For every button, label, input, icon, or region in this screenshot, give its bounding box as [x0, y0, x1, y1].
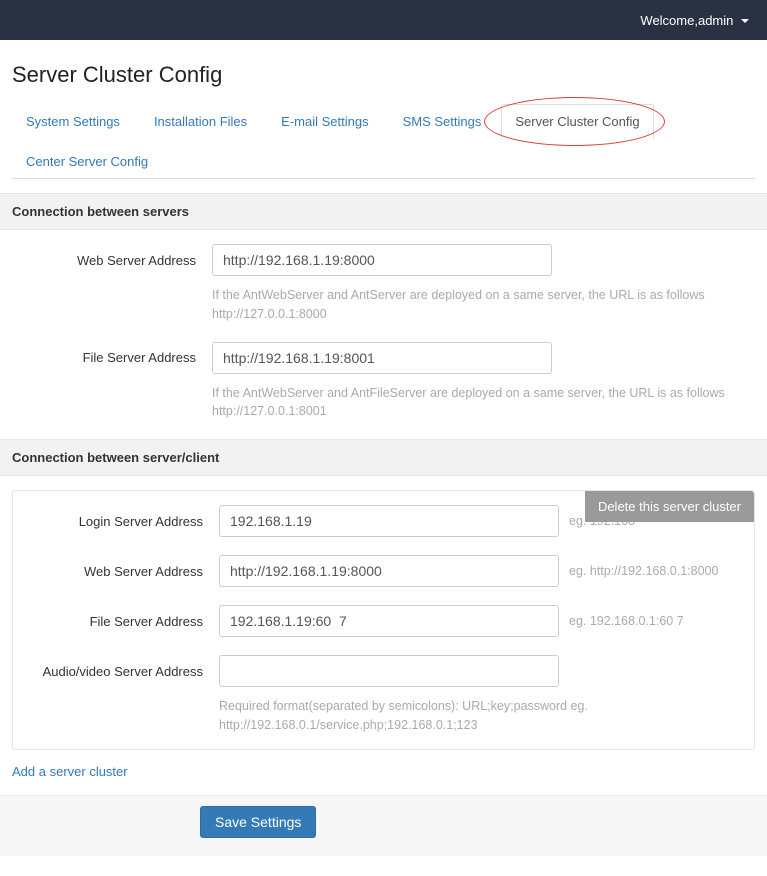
- welcome-text: Welcome,admin: [640, 13, 733, 28]
- tab-installation-files[interactable]: Installation Files: [140, 104, 261, 139]
- label-web-server-address-client: Web Server Address: [19, 564, 219, 579]
- hint-file-server-address-client: eg. 192.168.0.1:60 7: [559, 614, 748, 628]
- hint-av-server-address: Required format(separated by semicolons)…: [219, 693, 739, 743]
- topbar: Welcome,admin: [0, 0, 767, 40]
- input-web-server-address-servers[interactable]: [212, 244, 552, 276]
- hint-web-server-address-client: eg. http://192.168.0.1:8000: [559, 564, 748, 578]
- page-title: Server Cluster Config: [12, 62, 755, 88]
- tab-system-settings[interactable]: System Settings: [12, 104, 134, 139]
- tab-center-server-config[interactable]: Center Server Config: [12, 144, 162, 179]
- save-settings-button[interactable]: Save Settings: [200, 806, 316, 838]
- input-file-server-address-client[interactable]: [219, 605, 559, 637]
- hint-web-server-address-servers: If the AntWebServer and AntServer are de…: [212, 282, 732, 342]
- tab-email-settings[interactable]: E-mail Settings: [267, 104, 382, 139]
- save-bar: Save Settings: [0, 795, 767, 856]
- section-header-connection-client: Connection between server/client: [0, 439, 767, 476]
- caret-down-icon: [741, 19, 749, 23]
- tabs: System Settings Installation Files E-mai…: [12, 104, 755, 179]
- add-server-cluster-link[interactable]: Add a server cluster: [12, 764, 128, 779]
- input-av-server-address[interactable]: [219, 655, 559, 687]
- input-file-server-address-servers[interactable]: [212, 342, 552, 374]
- delete-server-cluster-button[interactable]: Delete this server cluster: [585, 491, 754, 522]
- welcome-user-dropdown[interactable]: Welcome,admin: [640, 13, 749, 28]
- input-web-server-address-client[interactable]: [219, 555, 559, 587]
- input-login-server-address[interactable]: [219, 505, 559, 537]
- section-header-connection-servers: Connection between servers: [0, 193, 767, 230]
- tab-sms-settings[interactable]: SMS Settings: [389, 104, 496, 139]
- label-file-server-address-client: File Server Address: [19, 614, 219, 629]
- server-cluster-box: Delete this server cluster Login Server …: [12, 490, 755, 750]
- label-av-server-address: Audio/video Server Address: [19, 664, 219, 679]
- tab-server-cluster-config[interactable]: Server Cluster Config: [501, 104, 653, 139]
- label-file-server-address-servers: File Server Address: [12, 350, 212, 365]
- label-login-server-address: Login Server Address: [19, 514, 219, 529]
- hint-file-server-address-servers: If the AntWebServer and AntFileServer ar…: [212, 380, 732, 440]
- label-web-server-address-servers: Web Server Address: [12, 253, 212, 268]
